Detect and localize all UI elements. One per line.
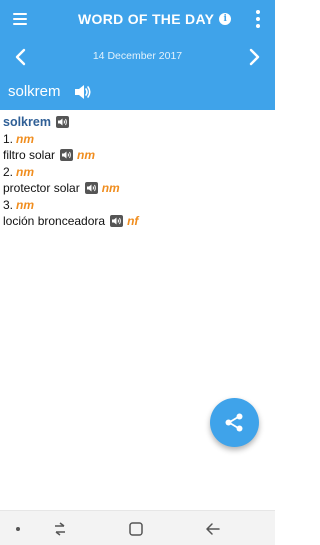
speaker-icon[interactable] <box>110 215 124 228</box>
part-of-speech: nm <box>16 197 35 212</box>
app-bar: WORD OF THE DAY i 14 December 2017 solkr… <box>0 0 275 110</box>
title-group: WORD OF THE DAY i <box>78 10 232 28</box>
recents-icon[interactable] <box>50 519 70 539</box>
word-bar: solkrem <box>0 78 275 106</box>
speaker-icon[interactable] <box>55 116 69 129</box>
dot-icon[interactable] <box>8 519 28 539</box>
entry-headword-line: solkrem <box>3 114 271 131</box>
part-of-speech: nf <box>127 214 139 228</box>
translation-line: filtro solar nm <box>3 147 271 164</box>
share-button[interactable] <box>210 398 259 447</box>
part-of-speech: nm <box>16 164 35 179</box>
sense-number-line: 1. nm <box>3 131 271 148</box>
word-of-day-label: solkrem <box>8 83 61 100</box>
speaker-icon[interactable] <box>73 82 93 102</box>
sense-number-line: 2. nm <box>3 164 271 181</box>
translation: loción bronceadora <box>3 214 106 228</box>
speaker-icon[interactable] <box>60 149 74 162</box>
home-icon[interactable] <box>126 519 146 539</box>
sense-number-line: 3. nm <box>3 197 271 214</box>
sense-number: 1. <box>3 131 14 146</box>
hamburger-menu-icon[interactable] <box>8 8 32 30</box>
more-vertical-icon[interactable] <box>249 8 267 30</box>
sense-number: 2. <box>3 164 14 179</box>
system-navigation-bar <box>0 510 275 545</box>
translation-line: loción bronceadora nf <box>3 213 271 230</box>
translation: filtro solar <box>3 148 56 162</box>
date-navigation: 14 December 2017 <box>0 42 275 72</box>
part-of-speech: nm <box>77 148 96 162</box>
top-toolbar: WORD OF THE DAY i <box>0 0 275 38</box>
info-icon[interactable]: i <box>219 13 232 25</box>
part-of-speech: nm <box>16 131 35 146</box>
translation: protector solar <box>3 181 80 195</box>
entry-headword: solkrem <box>3 115 51 129</box>
speaker-icon[interactable] <box>84 182 98 195</box>
dictionary-entry: solkrem 1. nm filtro solar nm 2. nm prot… <box>3 114 271 230</box>
sense-number: 3. <box>3 197 14 212</box>
part-of-speech: nm <box>101 181 120 195</box>
page-title: WORD OF THE DAY <box>78 11 215 27</box>
date-label: 14 December 2017 <box>92 50 183 62</box>
chevron-right-icon[interactable] <box>243 46 265 68</box>
back-icon[interactable] <box>203 519 223 539</box>
share-icon <box>225 413 243 432</box>
translation-line: protector solar nm <box>3 180 271 197</box>
